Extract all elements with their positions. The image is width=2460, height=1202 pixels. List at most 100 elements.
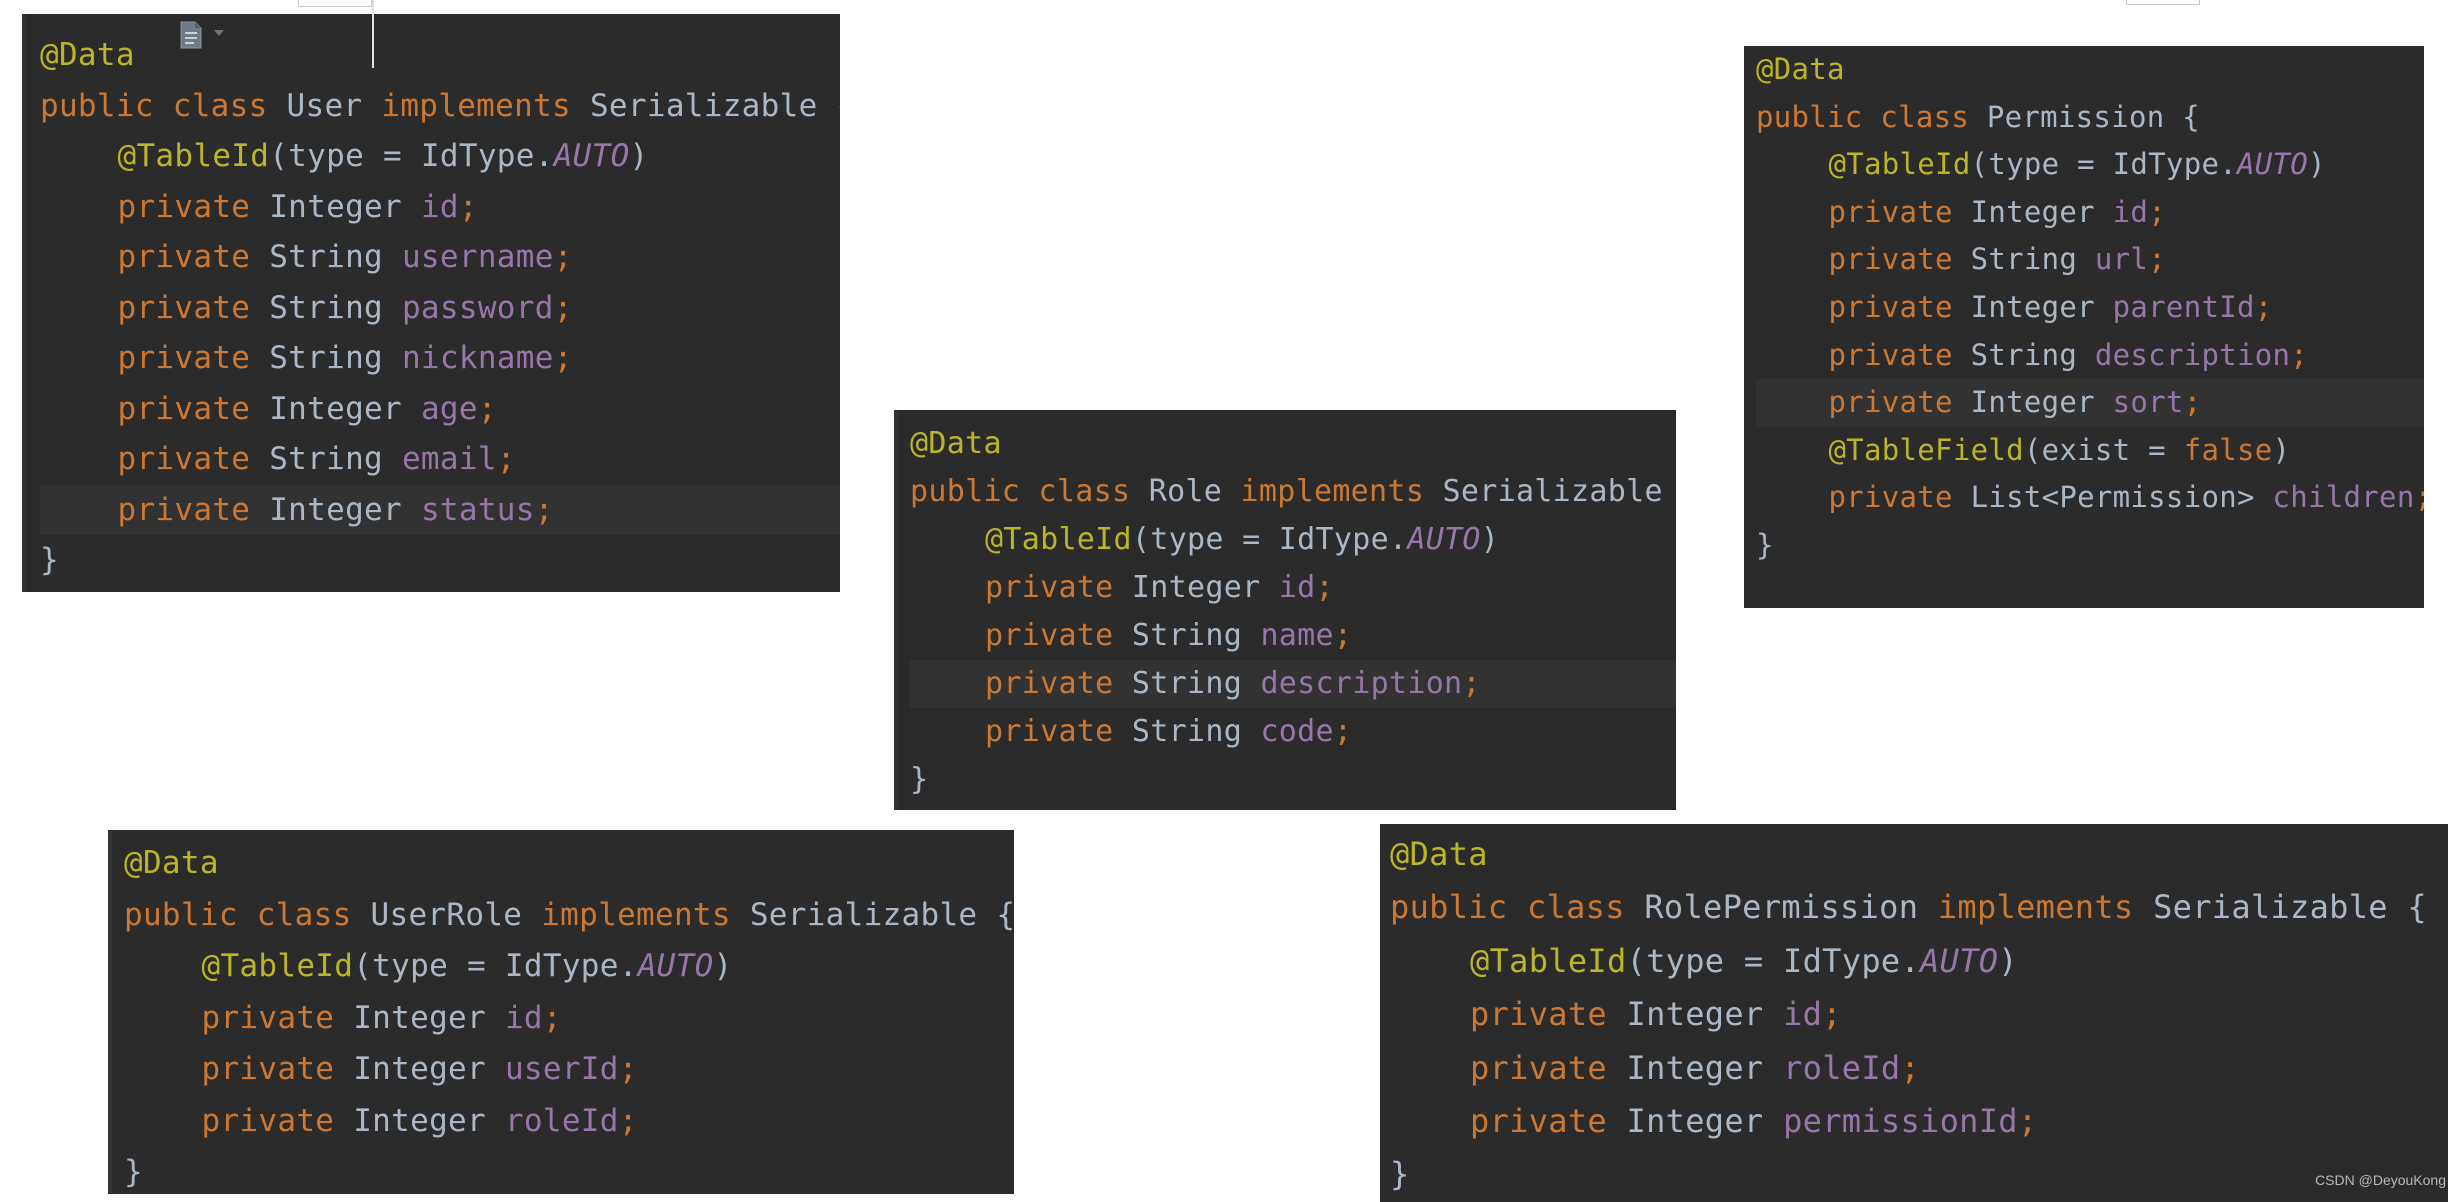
code-token-type: String bbox=[1970, 337, 2095, 372]
code-token-field: roleId bbox=[504, 1102, 619, 1139]
editor-tab[interactable] bbox=[298, 0, 372, 7]
code-line[interactable]: public class RolePermission implements S… bbox=[1390, 881, 2448, 934]
code-line[interactable]: private String name; bbox=[910, 612, 1676, 660]
chevron-down-icon[interactable] bbox=[214, 30, 224, 36]
code-line[interactable]: private String username; bbox=[40, 232, 840, 283]
gutter bbox=[22, 14, 26, 592]
code-token-field: nickname bbox=[401, 340, 554, 376]
code-line[interactable]: } bbox=[1390, 1148, 2448, 1201]
code-token-plain: (type = IdType. bbox=[269, 138, 554, 174]
code-token-kw: private bbox=[201, 1051, 354, 1087]
code-line[interactable]: private Integer userId; bbox=[124, 1044, 1014, 1096]
code-line[interactable]: private Integer status; bbox=[40, 484, 840, 535]
code-line[interactable]: } bbox=[910, 756, 1676, 804]
code-token-type: Integer bbox=[1131, 570, 1279, 605]
code-line[interactable]: @TableId(type = IdType.AUTO) bbox=[1390, 935, 2448, 988]
code-line[interactable]: @Data bbox=[910, 420, 1676, 468]
gutter bbox=[108, 830, 112, 1194]
code-line[interactable]: private List<Permission> children; bbox=[1756, 474, 2425, 522]
code-line[interactable]: private String description; bbox=[1756, 332, 2424, 380]
code-token-kw: private bbox=[1828, 480, 1971, 515]
code-line[interactable]: private Integer sort; bbox=[1756, 379, 2424, 427]
code-token-field: children bbox=[2272, 480, 2415, 515]
code-line[interactable]: private String code; bbox=[910, 708, 1676, 756]
code-token-kw: public class bbox=[1756, 99, 1987, 134]
code-token-kw: private bbox=[985, 618, 1132, 653]
code-token-kw: private bbox=[117, 188, 270, 225]
code-line[interactable]: @Data bbox=[1390, 828, 2448, 881]
code-line[interactable]: public class Role implements Serializabl… bbox=[910, 468, 1676, 516]
code-token-const: AUTO bbox=[637, 948, 714, 984]
code-token-plain: ) bbox=[2272, 432, 2291, 467]
code-token-plain: (type = IdType. bbox=[353, 948, 638, 984]
code-panel-userrole[interactable]: @Data public class UserRole implements Se… bbox=[108, 830, 1014, 1194]
code-token-kw: ; bbox=[2148, 242, 2166, 277]
code-line[interactable]: private Integer id; bbox=[124, 993, 1014, 1045]
code-token-plain: } bbox=[910, 762, 929, 797]
code-token-field: username bbox=[401, 239, 554, 275]
code-panel-role[interactable]: @Data public class Role implements Serial… bbox=[894, 410, 1676, 810]
code-token-kw: ; bbox=[1822, 995, 1842, 1034]
code-token-annot: @Data bbox=[1390, 835, 1488, 873]
code-line[interactable]: @TableId(type = IdType.AUTO) bbox=[124, 941, 1014, 993]
code-token-type: String bbox=[269, 340, 402, 376]
code-line[interactable]: private String email; bbox=[40, 434, 840, 485]
code-line[interactable]: @Data bbox=[124, 838, 1014, 890]
code-line[interactable]: } bbox=[124, 1147, 1014, 1194]
code-token-type: Integer bbox=[353, 1051, 505, 1087]
code-token-kw: ; bbox=[2254, 289, 2273, 324]
code-token-field: id bbox=[2112, 194, 2149, 229]
code-token-const: AUTO bbox=[2236, 147, 2309, 182]
code-line[interactable]: public class User implements Serializabl… bbox=[40, 81, 840, 132]
code-line[interactable]: public class Permission { bbox=[1756, 94, 2424, 142]
code-token-kw: private bbox=[985, 570, 1132, 605]
code-line[interactable]: private Integer roleId; bbox=[1390, 1042, 2448, 1095]
code-panel-user[interactable]: @Data public class User implements Serial… bbox=[22, 14, 840, 592]
code-token-kw: public class bbox=[1390, 888, 1645, 927]
code-token-type: Serializable { bbox=[589, 87, 840, 124]
code-token-const: AUTO bbox=[553, 138, 630, 174]
code-line[interactable]: } bbox=[1756, 522, 2424, 570]
code-token-kw: private bbox=[117, 289, 270, 326]
code-token-kw: private bbox=[1828, 289, 1971, 324]
code-token-plain: ) bbox=[2308, 147, 2326, 182]
code-line[interactable]: @TableField(exist = false) bbox=[1756, 427, 2424, 475]
code-token-type: String bbox=[1970, 242, 2095, 277]
code-line[interactable]: private String url; bbox=[1756, 236, 2424, 284]
code-line[interactable]: private Integer id; bbox=[1390, 988, 2448, 1041]
code-line[interactable]: @Data bbox=[1756, 46, 2424, 94]
code-token-field: url bbox=[2094, 242, 2149, 277]
code-line[interactable]: private String nickname; bbox=[40, 333, 840, 384]
editor-tab[interactable] bbox=[2126, 0, 2200, 5]
code-token-field: permissionId bbox=[1783, 1101, 2018, 1140]
code-line[interactable]: private Integer id; bbox=[910, 564, 1676, 612]
watermark: CSDN @DeyouKong bbox=[2315, 1172, 2446, 1188]
code-token-type: UserRole bbox=[370, 896, 542, 933]
code-token-kw: ; bbox=[618, 1102, 638, 1139]
code-line[interactable]: private Integer id; bbox=[40, 182, 840, 233]
code-panel-permission[interactable]: @Data public class Permission {@TableId(t… bbox=[1744, 46, 2424, 608]
code-line[interactable]: private Integer age; bbox=[40, 384, 840, 435]
code-panel-rolepermission[interactable]: @Data public class RolePermission impleme… bbox=[1380, 824, 2448, 1202]
code-line[interactable]: @TableId(type = IdType.AUTO) bbox=[910, 516, 1676, 564]
code-token-kw: private bbox=[117, 491, 270, 528]
gutter bbox=[894, 410, 898, 810]
text-cursor bbox=[372, 0, 374, 68]
code-line[interactable]: private Integer permissionId; bbox=[1390, 1095, 2448, 1148]
code-line[interactable]: @TableId(type = IdType.AUTO) bbox=[1756, 141, 2424, 189]
code-token-kw: ; bbox=[2017, 1101, 2038, 1140]
code-token-kw: private bbox=[117, 441, 270, 477]
code-line[interactable]: public class UserRole implements Seriali… bbox=[124, 890, 1014, 942]
code-line[interactable]: @Data bbox=[40, 30, 840, 81]
code-line[interactable]: } bbox=[40, 535, 840, 586]
code-token-kw: ; bbox=[553, 239, 573, 275]
code-line[interactable]: private Integer roleId; bbox=[124, 1096, 1014, 1148]
file-doc-icon[interactable] bbox=[178, 20, 204, 50]
code-line[interactable]: private String description; bbox=[910, 660, 1676, 708]
code-line[interactable]: private String password; bbox=[40, 283, 840, 334]
code-token-type: Integer bbox=[269, 188, 421, 225]
code-token-kw: private bbox=[117, 239, 270, 275]
code-line[interactable]: @TableId(type = IdType.AUTO) bbox=[40, 131, 840, 182]
code-line[interactable]: private Integer id; bbox=[1756, 189, 2424, 237]
code-line[interactable]: private Integer parentId; bbox=[1756, 284, 2424, 332]
